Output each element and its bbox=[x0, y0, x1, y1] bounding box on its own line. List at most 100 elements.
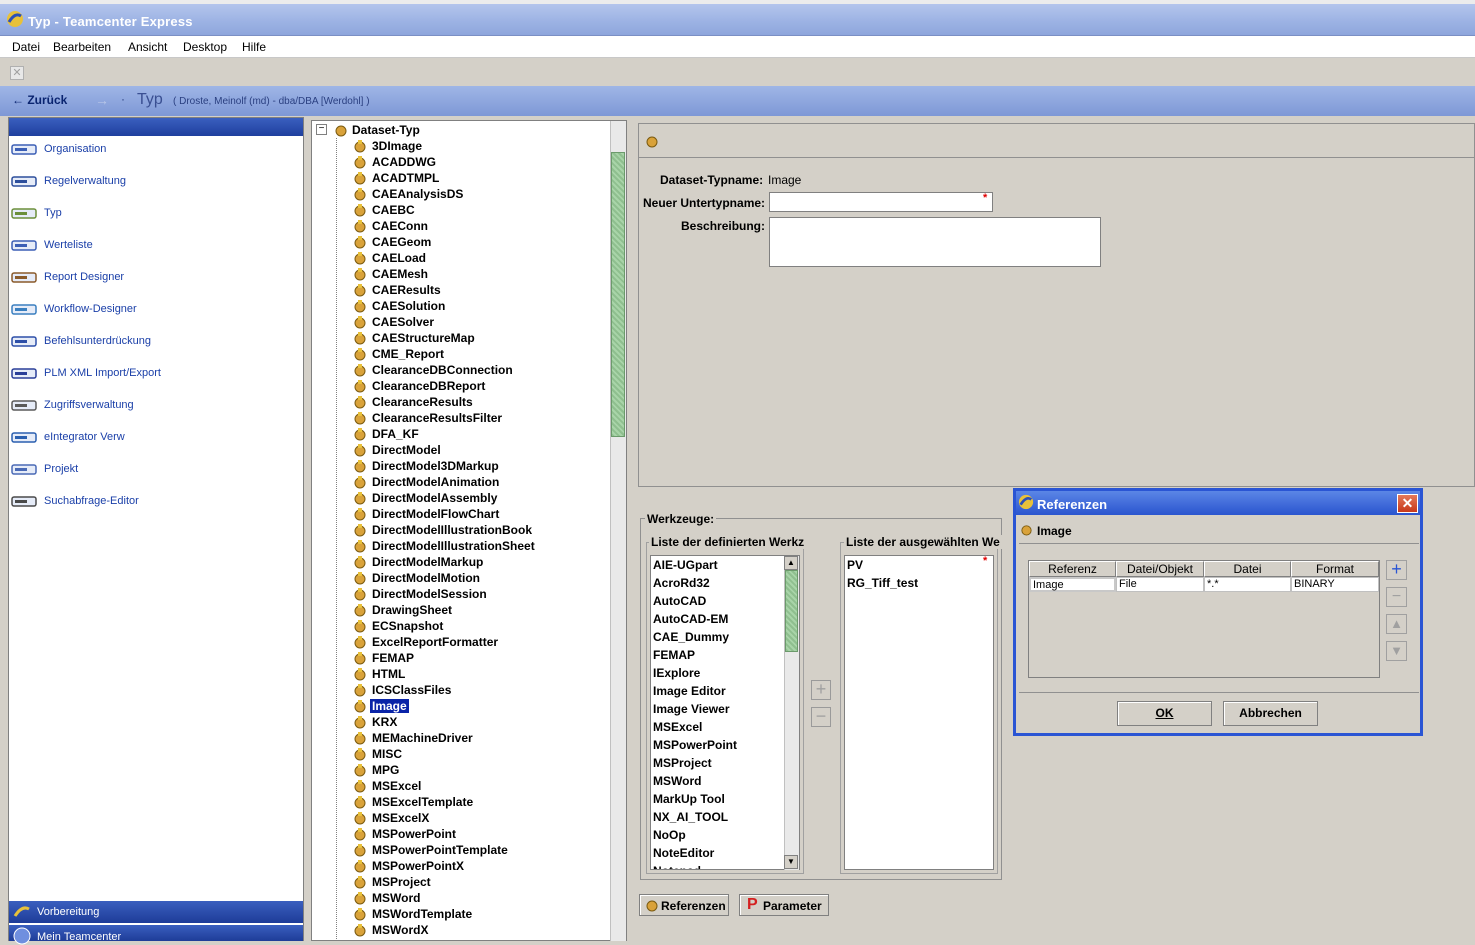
sidebar-item-zugriffsverwaltung[interactable]: Zugriffsverwaltung bbox=[10, 397, 300, 417]
sidebar-item-befehlsunterdr-ckung[interactable]: Befehlsunterdrückung bbox=[10, 333, 300, 353]
sidebar-item-projekt[interactable]: Projekt bbox=[10, 461, 300, 481]
list-item[interactable]: Image Editor bbox=[653, 684, 726, 698]
list-item[interactable]: CAE_Dummy bbox=[653, 630, 729, 644]
sidebar-item-suchabfrage-editor[interactable]: Suchabfrage-Editor bbox=[10, 493, 300, 513]
list-item[interactable]: RG_Tiff_test bbox=[847, 576, 918, 590]
sidebar-mein-teamcenter[interactable]: Mein Teamcenter bbox=[9, 925, 303, 945]
tree-item-label: CAELoad bbox=[372, 251, 426, 265]
dataset-type-icon bbox=[352, 235, 368, 249]
list-item[interactable]: AutoCAD bbox=[653, 594, 706, 608]
list-item[interactable]: FEMAP bbox=[653, 648, 695, 662]
sidebar-mein-teamcenter-label: Mein Teamcenter bbox=[37, 931, 122, 943]
tree-item-label: HTML bbox=[372, 667, 406, 681]
scroll-up-icon[interactable]: ▲ bbox=[784, 556, 798, 570]
move-up-button[interactable]: ▲ bbox=[1386, 614, 1407, 634]
sidebar-vorbereitung[interactable]: Vorbereitung bbox=[9, 901, 303, 923]
dataset-type-icon bbox=[352, 907, 368, 921]
menu-desktop[interactable]: Desktop bbox=[183, 40, 227, 54]
integrator-icon bbox=[10, 431, 38, 445]
column-header-referenz[interactable]: Referenz bbox=[1029, 561, 1116, 577]
list-item[interactable]: MSExcel bbox=[653, 720, 702, 734]
table-cell[interactable]: Image bbox=[1029, 577, 1116, 592]
tree-scrollbar-thumb[interactable] bbox=[611, 152, 625, 437]
selected-tools-list[interactable]: PV RG_Tiff_test bbox=[844, 555, 994, 870]
list-item[interactable]: NX_AI_TOOL bbox=[653, 810, 728, 824]
add-reference-button[interactable]: + bbox=[1386, 560, 1407, 580]
column-header-format[interactable]: Format bbox=[1291, 561, 1379, 577]
cancel-button[interactable]: Abbrechen bbox=[1223, 701, 1318, 726]
list-item[interactable]: AIE-UGpart bbox=[653, 558, 718, 572]
dataset-type-icon bbox=[352, 891, 368, 905]
column-header-datei-objekt[interactable]: Datei/Objekt bbox=[1116, 561, 1204, 577]
dataset-type-icon bbox=[352, 635, 368, 649]
dataset-type-icon bbox=[352, 571, 368, 585]
remove-reference-button[interactable]: − bbox=[1386, 587, 1407, 607]
list-item[interactable]: MSProject bbox=[653, 756, 712, 770]
list-item[interactable]: IExplore bbox=[653, 666, 700, 680]
command-icon bbox=[10, 335, 38, 349]
dataset-type-icon bbox=[352, 699, 368, 713]
ok-button[interactable]: OK bbox=[1117, 701, 1212, 726]
query-icon bbox=[10, 495, 38, 509]
add-tool-button[interactable]: + bbox=[811, 680, 831, 700]
dataset-type-icon bbox=[352, 507, 368, 521]
menu-hilfe[interactable]: Hilfe bbox=[242, 40, 266, 54]
dataset-type-icon bbox=[352, 523, 368, 537]
tree-item-label: MSPowerPointTemplate bbox=[372, 843, 508, 857]
sidebar-item-organisation[interactable]: Organisation bbox=[10, 141, 300, 161]
access-icon bbox=[10, 399, 38, 413]
list-item[interactable]: MSPowerPoint bbox=[653, 738, 737, 752]
dialog-close-icon[interactable]: ✕ bbox=[1397, 494, 1418, 513]
tree-item-label: DirectModel3DMarkup bbox=[372, 459, 499, 473]
menu-datei[interactable]: Datei bbox=[12, 40, 40, 54]
sidebar-item-workflow-designer[interactable]: Workflow-Designer bbox=[10, 301, 300, 321]
menu-bearbeiten[interactable]: Bearbeiten bbox=[53, 40, 111, 54]
rules-icon bbox=[10, 175, 38, 189]
remove-tool-button[interactable]: − bbox=[811, 707, 831, 727]
close-document-icon[interactable]: ✕ bbox=[10, 66, 24, 80]
move-down-button[interactable]: ▼ bbox=[1386, 641, 1407, 661]
referenzen-button[interactable]: Referenzen bbox=[639, 894, 729, 916]
defined-tools-scrollbar-thumb[interactable] bbox=[785, 570, 798, 652]
organisation-icon bbox=[10, 143, 38, 157]
table-cell[interactable]: File bbox=[1116, 577, 1204, 592]
list-item[interactable]: MSWord bbox=[653, 774, 701, 788]
table-cell[interactable]: *.* bbox=[1204, 577, 1291, 592]
sidebar-item-plm-xml-import-export[interactable]: PLM XML Import/Export bbox=[10, 365, 300, 385]
dataset-type-icon bbox=[352, 267, 368, 281]
sidebar-item-regelverwaltung[interactable]: Regelverwaltung bbox=[10, 173, 300, 193]
sidebar-item-eintegrator-verw[interactable]: eIntegrator Verw bbox=[10, 429, 300, 449]
list-item[interactable]: AutoCAD-EM bbox=[653, 612, 728, 626]
scroll-down-icon[interactable]: ▼ bbox=[784, 855, 798, 869]
list-item[interactable]: NoteEditor bbox=[653, 846, 714, 860]
dataset-type-icon bbox=[352, 363, 368, 377]
list-item[interactable]: Notepad bbox=[653, 864, 701, 869]
sidebar-item-label: Werteliste bbox=[44, 239, 93, 251]
sidebar-item-werteliste[interactable]: Werteliste bbox=[10, 237, 300, 257]
defined-tools-list[interactable]: AIE-UGpart AcroRd32 AutoCAD AutoCAD-EM CAE_D… bbox=[650, 555, 800, 870]
description-textarea[interactable] bbox=[769, 217, 1101, 267]
menu-ansicht[interactable]: Ansicht bbox=[128, 40, 167, 54]
list-item[interactable]: Image Viewer bbox=[653, 702, 730, 716]
back-button[interactable]: ← Zurück bbox=[12, 93, 67, 107]
tree-item-label: CAEResults bbox=[372, 283, 441, 297]
dataset-type-icon bbox=[352, 779, 368, 793]
parameter-button[interactable]: P Parameter bbox=[739, 894, 829, 916]
tree-item-label: ClearanceResults bbox=[372, 395, 473, 409]
sidebar-item-report-designer[interactable]: Report Designer bbox=[10, 269, 300, 289]
list-item[interactable]: AcroRd32 bbox=[653, 576, 710, 590]
dataset-type-icon bbox=[352, 795, 368, 809]
collapse-icon[interactable]: − bbox=[316, 124, 327, 135]
list-item[interactable]: NoOp bbox=[653, 828, 686, 842]
dataset-type-icon bbox=[352, 923, 368, 937]
list-item[interactable]: MarkUp Tool bbox=[653, 792, 725, 806]
forward-arrow-icon[interactable]: → bbox=[95, 92, 109, 108]
sidebar-item-typ[interactable]: Typ bbox=[10, 205, 300, 225]
tree-item-label: Image bbox=[370, 699, 409, 713]
table-cell[interactable]: BINARY bbox=[1291, 577, 1379, 592]
list-item[interactable]: PV bbox=[847, 558, 863, 572]
subtype-input[interactable] bbox=[769, 192, 993, 212]
column-header-datei[interactable]: Datei bbox=[1204, 561, 1291, 577]
dataset-type-icon bbox=[352, 539, 368, 553]
dialog-divider bbox=[1019, 692, 1419, 693]
